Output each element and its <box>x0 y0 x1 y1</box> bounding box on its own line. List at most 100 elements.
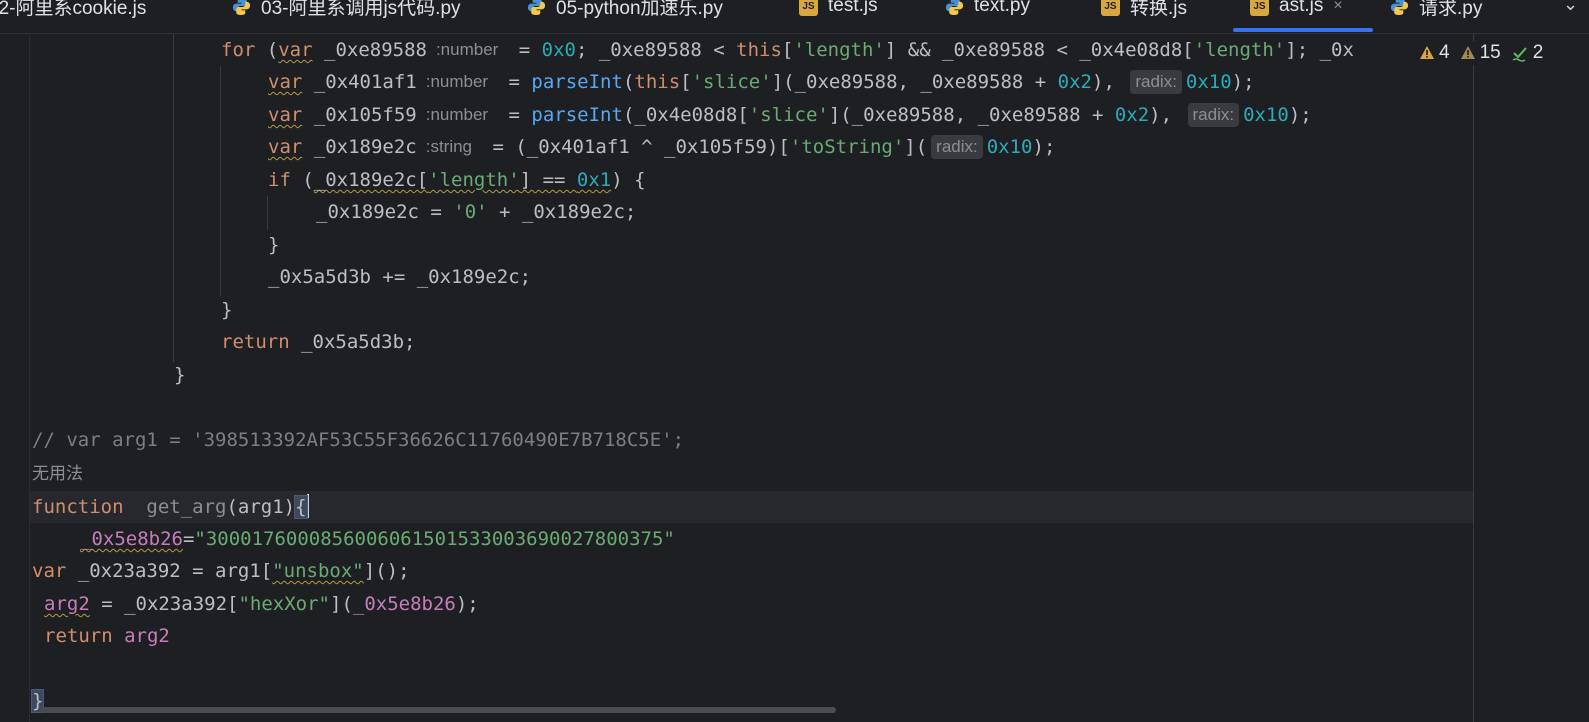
weak-warnings-count: 15 <box>1479 42 1501 63</box>
weak-warning-icon <box>1460 46 1475 59</box>
code-token: 'length' <box>1193 39 1286 61</box>
code-line[interactable]: function get_arg(arg1){ <box>32 491 309 523</box>
chevron-down-icon[interactable]: ⌄ <box>1563 0 1578 15</box>
close-icon[interactable]: × <box>1333 0 1342 15</box>
warnings-indicator[interactable]: 4 <box>1419 42 1450 64</box>
code-line[interactable]: _0x5a5d3b += _0x189e2c; <box>268 261 531 293</box>
code-line[interactable]: var _0x23a392 = arg1["unsbox"](); <box>32 555 410 587</box>
code-token: _0x23a392 = arg1[ <box>66 560 273 582</box>
code-token: get_arg <box>123 496 227 518</box>
python-file-icon <box>1390 0 1409 15</box>
code-token: "300017600085600606150153300369002780037… <box>194 528 675 550</box>
code-token: this <box>736 39 782 61</box>
code-line[interactable]: var _0x105f59 :number = parseInt(_0x4e08d… <box>268 99 1312 131</box>
active-tab-indicator <box>1233 28 1373 32</box>
warnings-count: 4 <box>1439 42 1450 63</box>
code-token: ( <box>266 39 279 61</box>
code-line[interactable]: } <box>221 294 232 326</box>
code-line[interactable]: return _0x5a5d3b; <box>221 326 415 358</box>
tab-ast-js[interactable]: JS ast.js × <box>1250 0 1343 21</box>
code-line[interactable]: } <box>174 359 185 391</box>
tab-alixi-cookie-js[interactable]: 02-阿里系cookie.js <box>0 0 146 21</box>
code-token: = _0x23a392[ <box>89 593 239 615</box>
code-token: _0x401af1 <box>302 71 417 93</box>
code-token: [ <box>680 71 692 93</box>
code-token: 0x2 <box>1057 71 1092 93</box>
code-token: 'length' <box>428 169 520 191</box>
code-token: ](_0xe89588, _0xe89588 + <box>771 71 1058 93</box>
code-token: } <box>221 299 233 321</box>
code-token: ( <box>290 169 314 191</box>
typo-check-icon <box>1512 47 1527 62</box>
code-line[interactable]: var _0x401af1:number = parseInt(this['sl… <box>268 66 1255 98</box>
code-line[interactable]: } <box>268 229 279 261</box>
indent-guide <box>220 66 221 296</box>
code-line[interactable]: var _0x189e2c:string = (_0x401af1 ^ _0x1… <box>268 131 1055 163</box>
code-token: 0x0 <box>541 39 576 61</box>
code-token: ]; _0x <box>1285 39 1354 61</box>
code-line[interactable]: return arg2 <box>44 620 170 652</box>
code-token: ]( <box>904 136 928 158</box>
code-line[interactable]: if (_0x189e2c['length'] == 0x1) { <box>268 164 646 196</box>
code-token: ](); <box>363 560 410 582</box>
code-token: = <box>497 104 532 126</box>
code-token: 0x10 <box>1243 104 1289 126</box>
tab-label: 请求.py <box>1419 0 1483 19</box>
type-hint: :string <box>425 137 473 156</box>
code-token: 'slice' <box>748 104 829 126</box>
code-token: _0x105f59 <box>302 104 417 126</box>
js-file-icon: JS <box>1101 0 1120 16</box>
tab-label: test.js <box>828 0 878 16</box>
tab-python-jiasule-py[interactable]: 05-python加速乐.py <box>527 0 723 21</box>
inspection-widget[interactable]: 4 15 2 <box>1415 41 1554 65</box>
code-line[interactable]: arg2 = _0x23a392["hexXor"](_0x5e8b26); <box>44 588 479 620</box>
code-line[interactable]: _0x5e8b26="30001760008560060615015330036… <box>80 523 675 555</box>
tab-qingqiu-py[interactable]: 请求.py <box>1390 0 1482 21</box>
code-line[interactable]: for (var _0xe89588:number = 0x0; _0xe895… <box>221 34 1354 66</box>
type-hint: :number <box>435 40 499 59</box>
tab-text-py[interactable]: text.py <box>945 0 1030 21</box>
code-token: } <box>174 364 186 386</box>
tab-label: 02-阿里系cookie.js <box>0 0 147 19</box>
code-token: return <box>221 331 290 353</box>
code-token: _0x5e8b26 <box>352 593 456 615</box>
code-token: _0x189e2c = <box>316 201 454 223</box>
code-token: ]( <box>330 593 353 615</box>
tab-test-js[interactable]: JS test.js <box>799 0 878 21</box>
code-token: = <box>507 39 542 61</box>
code-token: ; _0xe89588 < <box>575 39 737 61</box>
code-token: 0x2 <box>1114 104 1150 126</box>
weak-warnings-indicator[interactable]: 15 <box>1460 42 1501 64</box>
tab-label: 03-阿里系调用js代码.py <box>261 0 461 19</box>
indent-guide <box>267 196 268 230</box>
code-token: ); <box>1231 71 1255 93</box>
usages-hint[interactable]: 无用法 <box>32 457 83 489</box>
code-token: parseInt <box>531 104 623 126</box>
code-token: ](_0xe89588, _0xe89588 + <box>828 104 1115 126</box>
code-token: var <box>268 104 303 126</box>
indent-guide <box>173 34 174 362</box>
python-file-icon <box>945 0 964 15</box>
code-editor[interactable]: 4 15 2 for (var _0xe89588:number = 0x0; … <box>0 34 1589 722</box>
horizontal-scrollbar[interactable] <box>40 707 836 713</box>
js-file-icon: JS <box>799 0 818 16</box>
type-hint: :number <box>425 105 489 124</box>
param-hint: radix: <box>1187 103 1240 127</box>
code-token: (_0x4e08d8[ <box>622 104 749 126</box>
gutter-divider <box>29 34 30 722</box>
code-token: 'toString' <box>789 136 905 158</box>
python-file-icon <box>232 0 251 15</box>
tab-zhuanhuan-js[interactable]: JS 转换.js <box>1101 0 1187 21</box>
code-line[interactable]: // var arg1 = '398513392AF53C55F36626C11… <box>32 424 684 456</box>
code-line[interactable]: _0x189e2c = '0' + _0x189e2c; <box>316 196 636 228</box>
ide-window: 02-阿里系cookie.js 03-阿里系调用js代码.py 05-pytho… <box>0 0 1589 722</box>
code-token: ); <box>455 593 479 615</box>
code-token: _0x5a5d3b; <box>289 331 416 353</box>
typos-indicator[interactable]: 2 <box>1511 42 1543 64</box>
code-comment: // var arg1 = '398513392AF53C55F36626C11… <box>32 429 685 451</box>
code-token: 'slice' <box>691 71 772 93</box>
code-token: = (_0x401af1 ^ _0x105f59)[ <box>481 136 790 158</box>
code-token: arg2 <box>44 593 90 615</box>
usages-hint-text: 无用法 <box>32 464 83 483</box>
tab-alixi-call-js-py[interactable]: 03-阿里系调用js代码.py <box>232 0 461 21</box>
